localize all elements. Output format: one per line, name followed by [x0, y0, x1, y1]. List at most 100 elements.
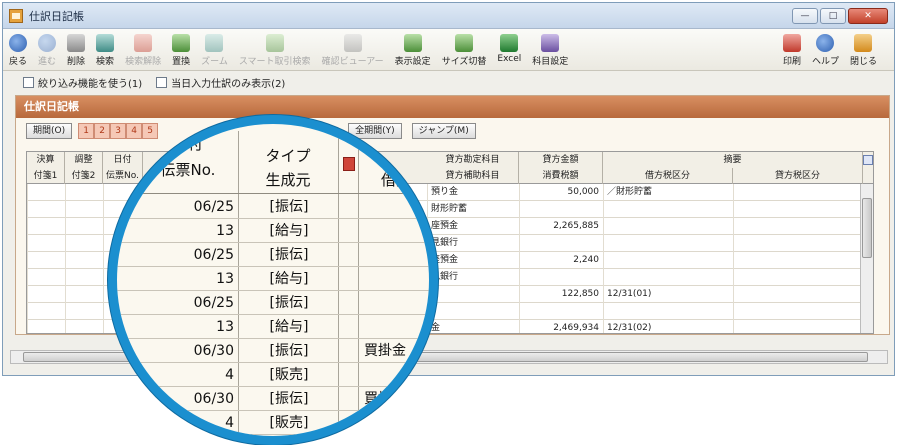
memo-cell: 12/31(02)	[607, 323, 652, 333]
toolbar-button-forward-arrow[interactable]: 進む	[38, 34, 56, 67]
mag-date-or-voucher: 13	[216, 223, 234, 239]
header-fusen2: 付箋2	[65, 168, 103, 184]
toolbar-button-trash[interactable]: 削除	[67, 34, 85, 67]
mag-row: 4 [販売]	[117, 363, 429, 387]
period-button[interactable]: 期間(O)	[26, 123, 73, 139]
toolbar-button-excel[interactable]: Excel	[497, 34, 521, 67]
toolbar-button-size-toggle[interactable]: サイズ切替	[441, 34, 487, 67]
header-kessan: 決算	[27, 152, 65, 168]
header-credit-amount: 貸方金額	[519, 152, 603, 168]
credit-account-cell	[431, 303, 517, 320]
header-credit-sub: 貸方補助科目	[427, 168, 519, 184]
grid-line	[65, 184, 66, 201]
magnifier-icon	[96, 34, 115, 52]
memo-cell	[607, 252, 857, 269]
grid-line	[65, 201, 66, 218]
grid-line	[65, 252, 66, 269]
header-credit-tax: 貸方税区分	[733, 168, 863, 184]
credit-amount-cell	[519, 235, 599, 252]
minimize-button[interactable]: —	[792, 7, 818, 24]
toolbar-button-printer[interactable]: 印刷	[782, 34, 801, 67]
size-toggle-icon	[455, 34, 474, 52]
toolbar-button-label: 確認ビューアー	[321, 57, 384, 67]
memo-cell	[607, 269, 857, 286]
maximize-button[interactable]: □	[820, 7, 846, 24]
grid-line	[65, 235, 66, 252]
vertical-scroll-thumb[interactable]	[862, 198, 872, 258]
header-debit-tax: 借方税区分	[603, 168, 733, 184]
grid-line	[103, 201, 104, 218]
vertical-scrollbar[interactable]	[860, 184, 873, 333]
mag-row: 13 [給与]	[117, 219, 429, 243]
credit-account-cell: 見銀行	[431, 238, 459, 248]
month-tab-2[interactable]: 2	[94, 123, 111, 139]
toolbar-button-label: ズーム	[201, 57, 228, 67]
toolbar-button-search-clear[interactable]: 検索解除	[125, 34, 161, 67]
toolbar-button-display-settings[interactable]: 表示設定	[395, 34, 431, 67]
mag-debit-cell	[364, 411, 429, 435]
mag-debit-cell	[364, 195, 429, 219]
grid-line	[603, 303, 604, 320]
display-settings-icon	[403, 34, 422, 52]
credit-amount-cell	[519, 269, 599, 286]
grid-line	[103, 184, 104, 201]
toolbar-button-smart-search[interactable]: スマート取引検索	[239, 34, 311, 67]
toolbar-button-replace[interactable]: 置換	[172, 34, 190, 67]
options-bar: 絞り込み機能を使う(1) 当日入力仕訳のみ表示(2)	[3, 71, 894, 93]
toolbar-button-magnifier[interactable]: 検索	[96, 34, 114, 67]
mag-header-type: タイプ	[265, 147, 311, 165]
toolbar-button-viewer[interactable]: 確認ビューアー	[322, 34, 384, 67]
toolbar-button-account-settings[interactable]: 科目設定	[532, 34, 568, 67]
mag-type-or-source: [振伝]	[269, 247, 309, 263]
toolbar-button-label: Excel	[497, 54, 522, 64]
month-tab-1[interactable]: 1	[78, 123, 95, 139]
mag-debit-cell	[364, 219, 429, 243]
memo-cell	[607, 303, 857, 320]
grid-line	[27, 269, 28, 286]
mag-row: 06/30 [振伝] 買掛金	[117, 339, 429, 363]
grid-line	[103, 252, 104, 269]
toolbar-button-label: サイズ切替	[441, 57, 487, 67]
memo-cell	[607, 201, 857, 218]
mag-debit-cell: 買掛	[364, 391, 392, 407]
today-only-checkbox-box[interactable]	[156, 76, 168, 88]
grid-line	[27, 303, 28, 320]
toolbar-button-back-arrow[interactable]: 戻る	[9, 34, 27, 67]
mag-debit-cell	[364, 243, 429, 267]
grid-line	[603, 320, 604, 333]
credit-amount-cell	[519, 201, 599, 218]
toolbar-button-label: 削除	[67, 57, 86, 67]
book-icon	[343, 157, 355, 171]
close-button[interactable]: ✕	[848, 7, 888, 24]
grid-line	[603, 201, 604, 218]
credit-amount-cell: 50,000	[567, 187, 600, 197]
mag-type-or-source: [給与]	[269, 319, 309, 335]
mag-type-or-source: [振伝]	[269, 295, 309, 311]
toolbar-button-label: ヘルプ	[811, 57, 839, 67]
grid-line	[65, 218, 66, 235]
filter-checkbox-box[interactable]	[23, 76, 34, 88]
mag-date-or-voucher: 06/25	[193, 295, 234, 311]
grid-line	[65, 303, 66, 320]
mag-date-or-voucher: 4	[225, 415, 234, 431]
header-fusen1: 付箋1	[27, 168, 65, 184]
toolbar-button-label: 進む	[38, 57, 57, 67]
credit-account-cell: 金	[431, 323, 441, 333]
mag-type-or-source: [振伝]	[269, 391, 309, 407]
toolbar-button-exit-door[interactable]: 閉じる	[850, 34, 877, 67]
today-only-checkbox[interactable]: 当日入力仕訳のみ表示(2)	[156, 75, 285, 90]
filter-checkbox[interactable]: 絞り込み機能を使う(1)	[23, 75, 142, 90]
column-settings-icon[interactable]	[863, 155, 873, 165]
toolbar-button-help[interactable]: ヘルプ	[812, 34, 839, 67]
mag-header-date: 日付	[172, 135, 203, 153]
grid-line	[103, 320, 104, 333]
credit-account-cell: 座預金	[431, 221, 459, 231]
mag-type-or-source: [給与]	[269, 223, 309, 239]
trash-icon	[67, 34, 86, 52]
mag-row: 06/25 [振伝]	[117, 195, 429, 219]
magnifier-lens: 日付 伝票No. タイプ 生成元 借方 06/25 [振伝] 13 [給与] 06/25…	[108, 115, 438, 445]
toolbar-button-zoom[interactable]: ズーム	[201, 34, 228, 67]
toolbar-button-label: 検索解除	[125, 57, 162, 67]
credit-amount-cell: 2,469,934	[553, 323, 599, 333]
filter-checkbox-label: 絞り込み機能を使う(1)	[38, 78, 143, 90]
